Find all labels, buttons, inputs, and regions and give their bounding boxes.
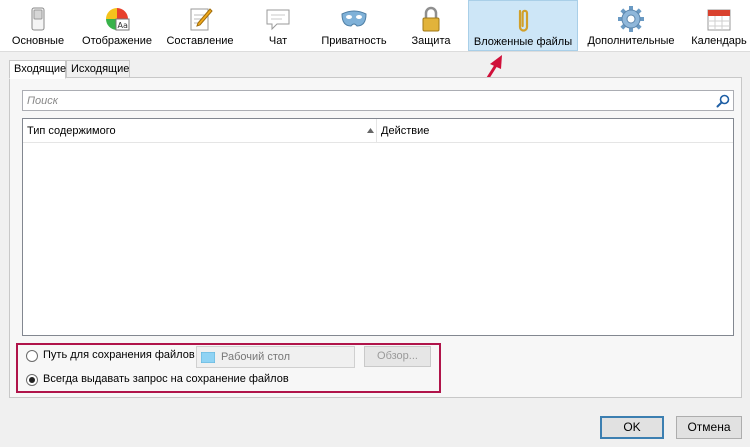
save-path-field: Рабочий стол <box>196 346 355 368</box>
chat-bubble-icon <box>266 9 290 31</box>
padlock-icon <box>422 6 440 32</box>
radio-save-path-label: Путь для сохранения файлов <box>43 349 195 361</box>
cancel-button[interactable]: Отмена <box>676 416 742 439</box>
toolbar-item-label: Основные <box>11 35 65 47</box>
toolbar-item-label: Защита <box>411 35 451 47</box>
toolbar-item-security[interactable]: Защита <box>408 0 454 51</box>
radio-save-path[interactable]: Путь для сохранения файлов <box>26 346 196 366</box>
sort-ascending-icon <box>367 128 374 133</box>
mask-icon <box>341 10 367 27</box>
preferences-toolbar: Основные Aa Отображение Составление Чат <box>0 0 750 52</box>
radio-button[interactable] <box>26 350 38 362</box>
ok-button[interactable]: OK <box>600 416 664 439</box>
toolbar-item-label: Вложенные файлы <box>473 36 573 48</box>
toolbar-item-advanced[interactable]: Дополнительные <box>584 0 678 51</box>
search-icon[interactable] <box>716 94 730 108</box>
list-header: Тип содержимого Действие <box>23 119 733 143</box>
switch-icon <box>31 7 45 31</box>
toolbar-item-calendar[interactable]: Календарь <box>690 0 748 51</box>
toolbar-item-privacy[interactable]: Приватность <box>318 0 390 51</box>
radio-always-ask[interactable]: Всегда выдавать запрос на сохранение фай… <box>26 370 326 390</box>
save-path-value: Рабочий стол <box>221 351 291 363</box>
search-box <box>22 90 734 111</box>
column-header-content-type[interactable]: Тип содержимого <box>23 119 377 143</box>
paperclip-icon <box>518 9 529 32</box>
gear-icon <box>618 6 644 32</box>
toolbar-item-attachments[interactable]: Вложенные файлы <box>468 0 578 51</box>
folder-icon <box>201 352 215 363</box>
pencil-note-icon <box>190 8 213 31</box>
svg-text:Aa: Aa <box>118 21 128 30</box>
toolbar-item-label: Составление <box>166 35 234 47</box>
tab-incoming[interactable]: Входящие <box>9 60 66 79</box>
content-type-list[interactable]: Тип содержимого Действие <box>22 118 734 336</box>
radio-always-ask-label: Всегда выдавать запрос на сохранение фай… <box>43 373 289 385</box>
toolbar-item-label: Календарь <box>691 35 747 47</box>
toolbar-item-composition[interactable]: Составление <box>164 0 236 51</box>
radio-button-checked[interactable] <box>26 374 38 386</box>
toolbar-item-label: Чат <box>268 35 288 47</box>
palette-icon: Aa <box>106 8 130 31</box>
toolbar-item-chat[interactable]: Чат <box>258 0 298 51</box>
search-input[interactable] <box>23 91 713 110</box>
calendar-icon <box>707 9 731 31</box>
browse-button[interactable]: Обзор... <box>364 346 431 367</box>
column-header-action[interactable]: Действие <box>377 119 733 143</box>
toolbar-item-label: Приватность <box>321 35 387 47</box>
toolbar-item-label: Отображение <box>82 35 152 47</box>
toolbar-item-label: Дополнительные <box>587 35 675 47</box>
toolbar-item-display[interactable]: Aa Отображение <box>80 0 154 51</box>
tab-outgoing[interactable]: Исходящие <box>66 60 130 78</box>
toolbar-item-general[interactable]: Основные <box>6 0 70 51</box>
